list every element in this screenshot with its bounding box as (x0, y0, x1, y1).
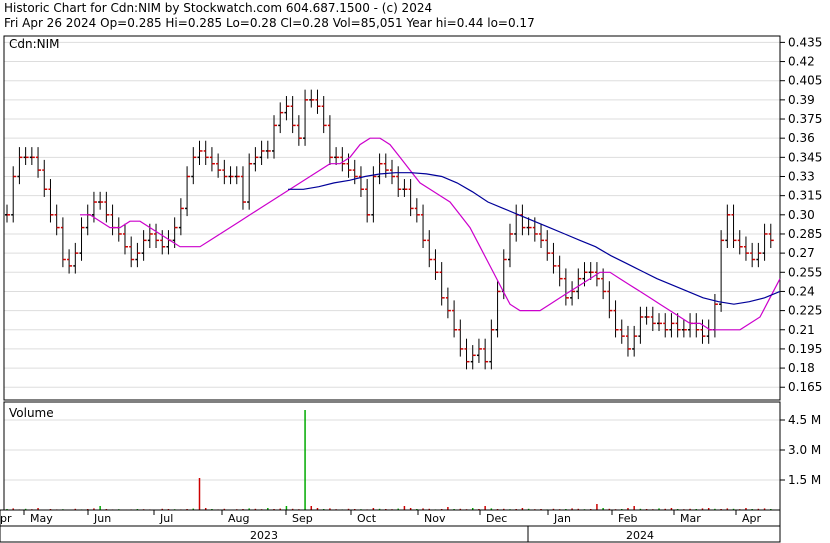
ma-long-line (288, 172, 781, 305)
month-label: Jun (93, 512, 111, 525)
y-tick-label: 0.18 (788, 361, 815, 375)
month-label: pr (0, 512, 12, 525)
month-label: Apr (742, 512, 762, 525)
price-axis: 0.435 0.42 0.405 0.39 0.375 0.36 0.345 0.33 0.31… (780, 35, 822, 394)
chart-title: Historic Chart for Cdn:NIM by Stockwatch… (4, 1, 432, 15)
y-tick-label: 0.405 (788, 74, 822, 88)
grid (4, 41, 780, 481)
y-tick-label: 0.345 (788, 150, 822, 164)
month-label: Dec (486, 512, 507, 525)
y-tick-label: 0.36 (788, 131, 815, 145)
y-tick-label: 0.255 (788, 265, 822, 279)
price-panel-frame (3, 35, 781, 401)
y-tick-label: 0.165 (788, 380, 822, 394)
y-tick-label: 0.42 (788, 55, 815, 69)
y-tick-label: 0.27 (788, 246, 815, 260)
month-label: Oct (357, 512, 377, 525)
y-tick-label: 0.30 (788, 208, 815, 222)
y-tick-label: 0.39 (788, 93, 815, 107)
month-label: May (30, 512, 53, 525)
volume-axis: 4.5 M 3.0 M 1.5 M (780, 413, 821, 487)
y-tick-label: 0.375 (788, 112, 822, 126)
month-label: Sep (292, 512, 313, 525)
symbol-label: Cdn:NIM (9, 37, 60, 51)
volume-panel-frame (3, 401, 781, 511)
time-axis: pr May Jun Jul Aug Sep Oct Nov Dec Jan Feb Mar Apr 20… (0, 509, 781, 543)
y-tick-label: 0.21 (788, 323, 815, 337)
month-label: Jul (159, 512, 173, 525)
ohlc-bars (5, 89, 774, 370)
y-tick-label: 0.285 (788, 227, 822, 241)
stock-chart: Historic Chart for Cdn:NIM by Stockwatch… (0, 1, 822, 543)
month-label: Nov (424, 512, 446, 525)
y-tick-label: 0.33 (788, 169, 815, 183)
y-tick-label: 0.315 (788, 189, 822, 203)
month-label: Jan (553, 512, 571, 525)
quote-summary: Fri Apr 26 2024 Op=0.285 Hi=0.285 Lo=0.2… (4, 16, 535, 30)
month-band (0, 509, 781, 527)
volume-bars (6, 410, 772, 510)
volume-label: Volume (9, 406, 54, 420)
volume-tick-label: 3.0 M (788, 443, 821, 457)
month-label: Aug (228, 512, 249, 525)
year-label: 2024 (626, 529, 654, 542)
month-label: Feb (618, 512, 637, 525)
year-band (0, 525, 781, 543)
y-tick-label: 0.225 (788, 304, 822, 318)
y-tick-label: 0.435 (788, 35, 822, 49)
y-tick-label: 0.195 (788, 342, 822, 356)
y-tick-label: 0.24 (788, 284, 815, 298)
month-label: Mar (680, 512, 701, 525)
volume-tick-label: 1.5 M (788, 473, 821, 487)
year-label: 2023 (250, 529, 278, 542)
volume-tick-label: 4.5 M (788, 413, 821, 427)
